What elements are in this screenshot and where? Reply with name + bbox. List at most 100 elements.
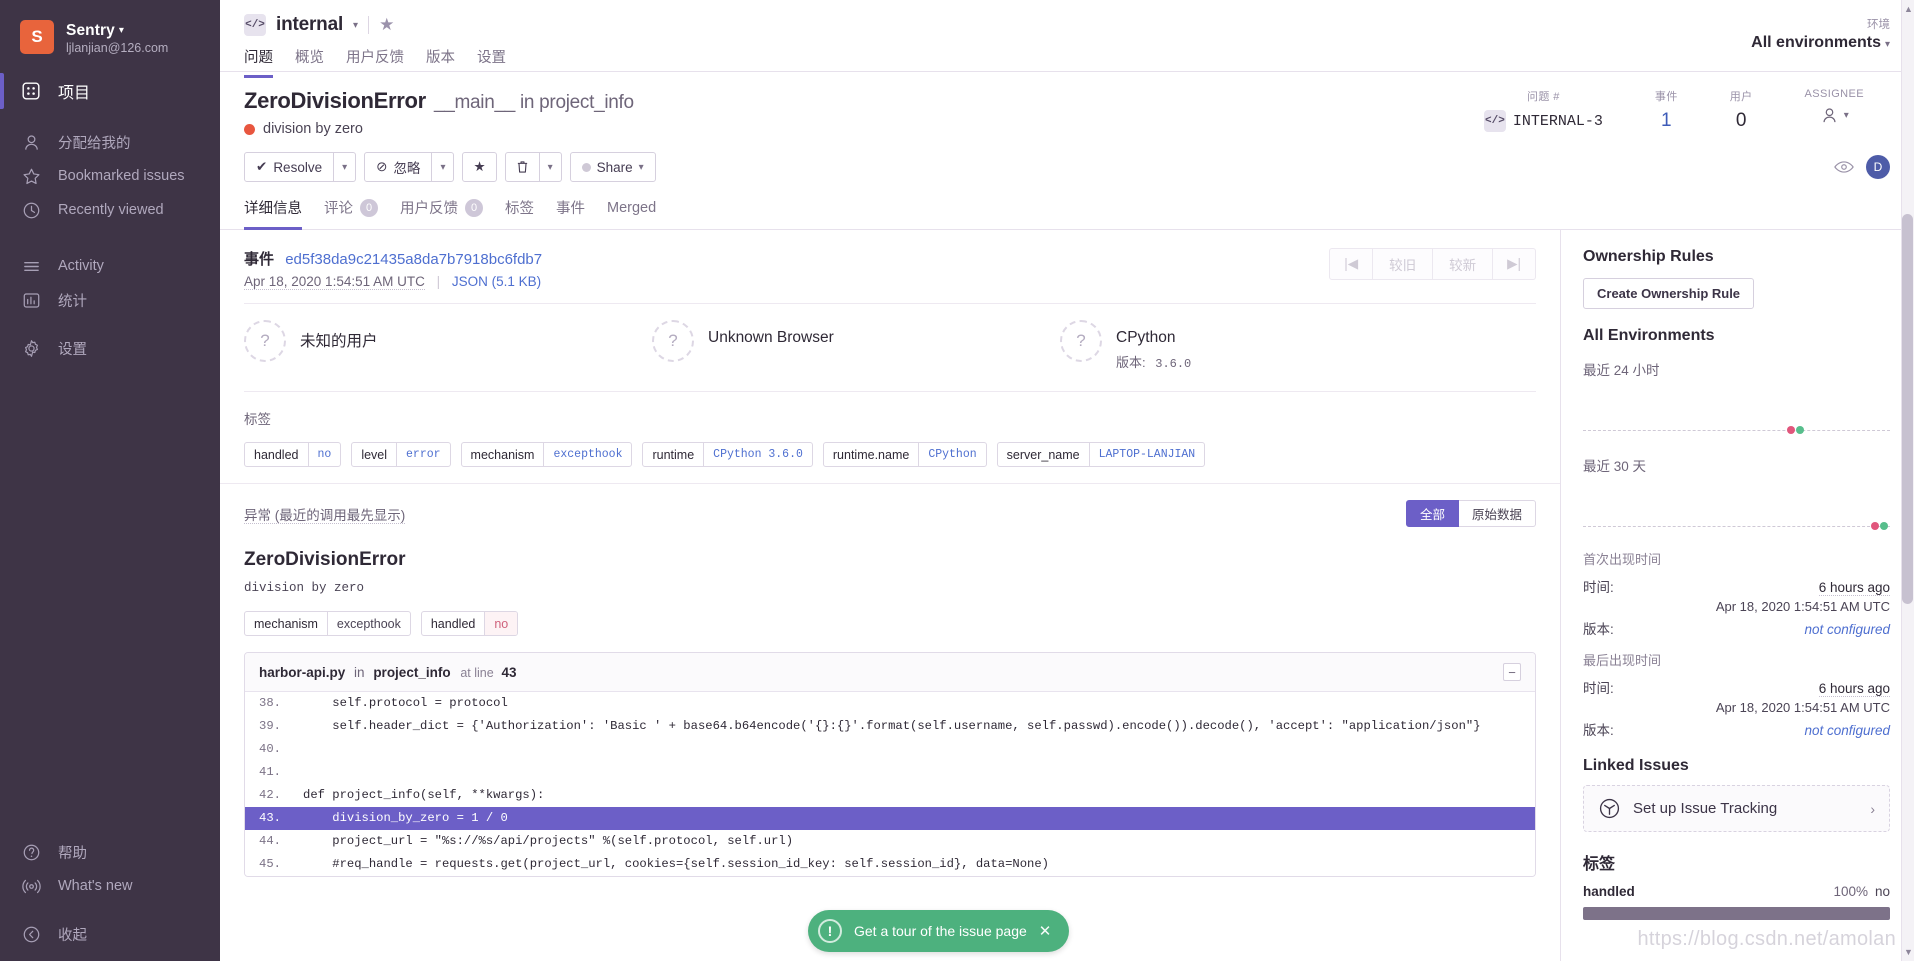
tag-pill[interactable]: handled no [244,442,341,467]
ownership-rules-title: Ownership Rules [1583,248,1890,266]
resolve-dropdown-button[interactable]: ▾ [334,152,356,182]
line-source: division_by_zero = 1 / 0 [303,809,508,828]
newest-event-button[interactable]: ▶| [1493,248,1536,280]
tab-events[interactable]: 事件 [556,197,585,230]
tag-pill[interactable]: mechanism excepthook [461,442,633,467]
mute-icon: ⊘ [376,159,387,175]
older-event-button[interactable]: 较旧 [1373,248,1433,280]
scroll-up-arrow-icon[interactable]: ▲ [1904,4,1913,14]
exception-type: ZeroDivisionError [244,549,1536,571]
page-scrollbar-thumb[interactable] [1902,214,1913,604]
eye-icon[interactable] [1834,160,1854,174]
issue-culprit: __main__ in project_info [434,92,634,113]
tab-user-feedback[interactable]: 用户反馈 0 [400,197,483,230]
events-count[interactable]: 1 [1655,110,1678,132]
sparkline-baseline [1583,526,1890,527]
stat-users: 用户 0 [1704,88,1779,132]
sidebar-item-assigned-to-me[interactable]: 分配给我的 [0,125,220,159]
delete-dropdown-button[interactable]: ▾ [540,152,562,182]
tab-user-feedback[interactable]: 用户反馈 [346,46,404,78]
pill-key: mechanism [245,612,327,635]
chevron-down-icon: ▾ [1885,39,1890,50]
line-number: 45. [245,855,303,874]
toggle-raw-button[interactable]: 原始数据 [1459,500,1536,527]
scroll-down-arrow-icon[interactable]: ▼ [1904,947,1913,957]
create-ownership-rule-button[interactable]: Create Ownership Rule [1583,278,1754,309]
last-seen-release-value[interactable]: not configured [1804,723,1890,738]
code-line: 39. self.header_dict = {'Authorization':… [245,715,1535,738]
first-seen-release-value[interactable]: not configured [1804,622,1890,637]
tab-releases[interactable]: 版本 [426,46,455,78]
short-id-value[interactable]: INTERNAL-3 [1513,113,1603,130]
tab-issues[interactable]: 问题 [244,46,273,78]
sidebar-item-projects[interactable]: 项目 [0,71,220,111]
assignee-selector[interactable]: ▾ [1805,106,1864,125]
sidebar-item-label: Activity [58,258,104,274]
broadcast-icon [20,875,42,897]
tag-pill[interactable]: level error [351,442,450,467]
linked-issues-title: Linked Issues [1583,757,1890,775]
ignore-label: 忽略 [393,157,420,177]
tab-merged[interactable]: Merged [607,197,656,230]
sidebar-item-label: 收起 [58,924,87,945]
sidebar-item-recently-viewed[interactable]: Recently viewed [0,193,220,227]
tags-section: 标签 handled no level error mechanism exce [220,392,1560,484]
chevron-down-icon[interactable]: ▾ [353,20,358,31]
sidebar-item-stats[interactable]: 统计 [0,283,220,317]
sidebar-tag-name[interactable]: handled [1583,884,1635,899]
org-switcher[interactable]: S Sentry▾ ljlanjian@126.com [0,14,220,71]
star-icon[interactable]: ★ [379,15,394,35]
code-line: 38. self.protocol = protocol [245,692,1535,715]
environment-selector[interactable]: 环境 All environments▾ [1751,14,1890,52]
stack-frame-header[interactable]: harbor-api.py in project_info at line 43… [245,653,1535,692]
page-scrollbar[interactable]: ▲ ▼ [1901,0,1914,961]
sidebar-item-bookmarked-issues[interactable]: Bookmarked issues [0,159,220,193]
share-label: Share [597,160,633,175]
tab-details[interactable]: 详细信息 [244,197,302,230]
sidebar-item-collapse[interactable]: 收起 [0,917,220,951]
resolve-button[interactable]: ✔ Resolve [244,152,334,182]
ignore-button[interactable]: ⊘ 忽略 [364,152,432,182]
project-name[interactable]: internal [276,14,343,36]
chevron-down-icon: ▾ [342,162,347,173]
ignore-button-group: ⊘ 忽略 ▾ [364,152,454,182]
share-button[interactable]: Share ▾ [570,152,656,182]
toggle-all-button[interactable]: 全部 [1406,500,1459,527]
tag-value: excepthook [543,443,631,466]
tag-pill[interactable]: server_name LAPTOP-LANJIAN [997,442,1206,467]
sidebar-item-whats-new[interactable]: What's new [0,869,220,903]
minus-icon[interactable]: − [1503,663,1521,681]
close-icon[interactable]: ✕ [1039,922,1052,940]
toast-message: Get a tour of the issue page [854,923,1027,939]
tab-tags[interactable]: 标签 [505,197,534,230]
oldest-event-button[interactable]: |◀ [1329,248,1373,280]
package-icon [1598,797,1621,820]
tab-overview[interactable]: 概览 [295,46,324,78]
tag-pill[interactable]: runtime CPython 3.6.0 [642,442,812,467]
setup-issue-tracking-button[interactable]: Set up Issue Tracking › [1583,785,1890,832]
context-card-user: ? 未知的用户 [244,320,652,371]
avatar[interactable]: D [1866,155,1890,179]
sidebar-item-activity[interactable]: Activity [0,249,220,283]
error-level-dot [244,124,255,135]
bookmark-button[interactable]: ★ [462,152,496,182]
sparkline-24h-label: 最近 24 小时 [1583,359,1890,379]
tab-settings[interactable]: 设置 [477,46,506,78]
tab-comments[interactable]: 评论 0 [324,197,378,230]
pill-value: no [484,612,517,635]
event-id-link[interactable]: ed5f38da9c21435a8da7b7918bc6fdb7 [285,251,542,268]
tags-section-label: 标签 [244,408,1536,428]
sparkline-dot-pink [1871,522,1879,530]
ignore-dropdown-button[interactable]: ▾ [432,152,454,182]
sidebar-item-settings[interactable]: 设置 [0,331,220,365]
sidebar: S Sentry▾ ljlanjian@126.com 项目 [0,0,220,961]
event-json-link[interactable]: JSON (5.1 KB) [452,274,541,289]
newer-event-button[interactable]: 较新 [1433,248,1493,280]
tag-pill[interactable]: runtime.name CPython [823,442,987,467]
sidebar-item-help[interactable]: 帮助 [0,835,220,869]
tab-label: 详细信息 [244,197,302,218]
tab-label: 评论 [324,197,353,218]
org-name: Sentry [66,22,115,39]
delete-button[interactable] [505,152,540,182]
question-mark-avatar-icon: ? [244,320,286,362]
